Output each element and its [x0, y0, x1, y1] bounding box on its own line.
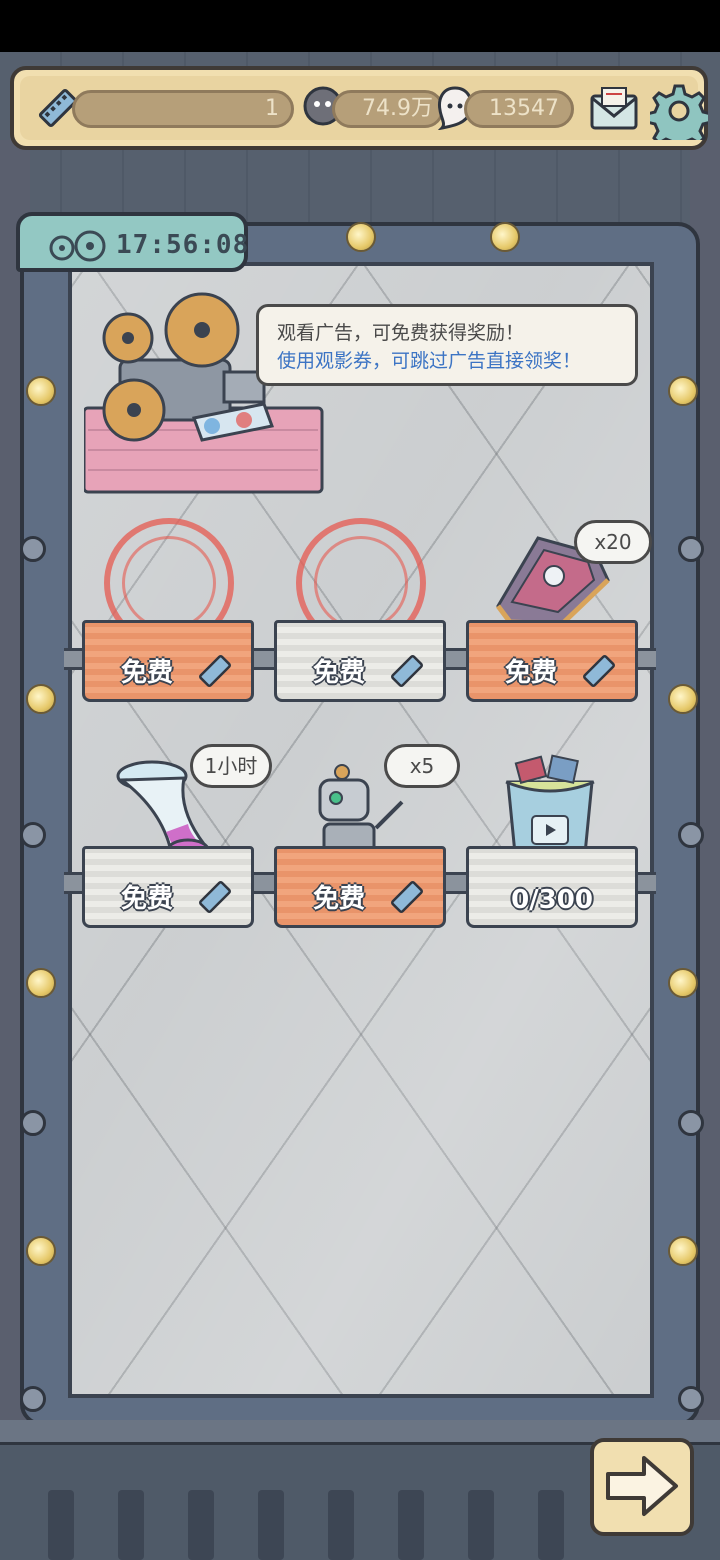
- tip-line-2: 使用观影券，可跳过广告直接领奖！: [277, 350, 582, 372]
- frame-screw: [678, 536, 704, 562]
- frame-screw: [678, 822, 704, 848]
- frame-screw: [678, 1110, 704, 1136]
- frame-bulb: [668, 376, 698, 406]
- frame-screw: [20, 822, 46, 848]
- frame-bulb: [490, 222, 520, 252]
- film-ticket-icon: [199, 881, 231, 913]
- reward-slot-1[interactable]: 免费: [82, 620, 254, 702]
- frame-bulb: [26, 376, 56, 406]
- frame-bulb: [26, 968, 56, 998]
- fence-post: [538, 1490, 564, 1560]
- currency-a-value: 74.9万: [332, 90, 444, 128]
- frame-bulb: [668, 968, 698, 998]
- quantity-badge: x20: [574, 520, 652, 564]
- status-bar: [0, 0, 720, 52]
- fence-post: [328, 1490, 354, 1560]
- frame-screw: [20, 1110, 46, 1136]
- mail-icon[interactable]: [588, 84, 640, 134]
- fence-post: [48, 1490, 74, 1560]
- frame-screw: [678, 1386, 704, 1412]
- quantity-badge: x5: [384, 744, 460, 788]
- next-button[interactable]: [590, 1438, 694, 1536]
- timer-tab: 17:56:08: [16, 212, 248, 272]
- reward-slot-5[interactable]: 免费: [274, 846, 446, 928]
- reward-slot-2[interactable]: 免费: [274, 620, 446, 702]
- tip-line-1: 观看广告，可免费获得奖励！: [277, 322, 525, 344]
- fence-post: [188, 1490, 214, 1560]
- progress-label: 0/300: [511, 885, 593, 915]
- arrow-right-icon: [606, 1456, 678, 1516]
- frame-screw: [20, 536, 46, 562]
- reward-slot-4[interactable]: 免费: [82, 846, 254, 928]
- fence-post: [468, 1490, 494, 1560]
- film-reel-icon: [49, 230, 106, 262]
- fence-post: [258, 1490, 284, 1560]
- frame-bulb: [26, 1236, 56, 1266]
- gear-icon[interactable]: [650, 82, 708, 140]
- film-ticket-icon: [199, 655, 231, 687]
- countdown-timer: 17:56:08: [116, 230, 250, 260]
- resource-bar: 1 74.9万 13547: [10, 66, 708, 150]
- film-ticket-icon: [391, 655, 423, 687]
- frame-bulb: [346, 222, 376, 252]
- ticket-count: 1: [72, 90, 294, 128]
- fence-post: [118, 1490, 144, 1560]
- reward-slot-6[interactable]: 0/300: [466, 846, 638, 928]
- frame-screw: [20, 1386, 46, 1412]
- reward-slot-3[interactable]: 免费: [466, 620, 638, 702]
- film-ticket-icon: [583, 655, 615, 687]
- fence-post: [398, 1490, 424, 1560]
- frame-bulb: [26, 684, 56, 714]
- currency-b-value: 13547: [464, 90, 574, 128]
- film-ticket-icon: [391, 881, 423, 913]
- frame-bulb: [668, 684, 698, 714]
- duration-badge: 1小时: [190, 744, 272, 788]
- frame-bulb: [668, 1236, 698, 1266]
- reward-tip: 观看广告，可免费获得奖励！ 使用观影券，可跳过广告直接领奖！: [256, 304, 638, 386]
